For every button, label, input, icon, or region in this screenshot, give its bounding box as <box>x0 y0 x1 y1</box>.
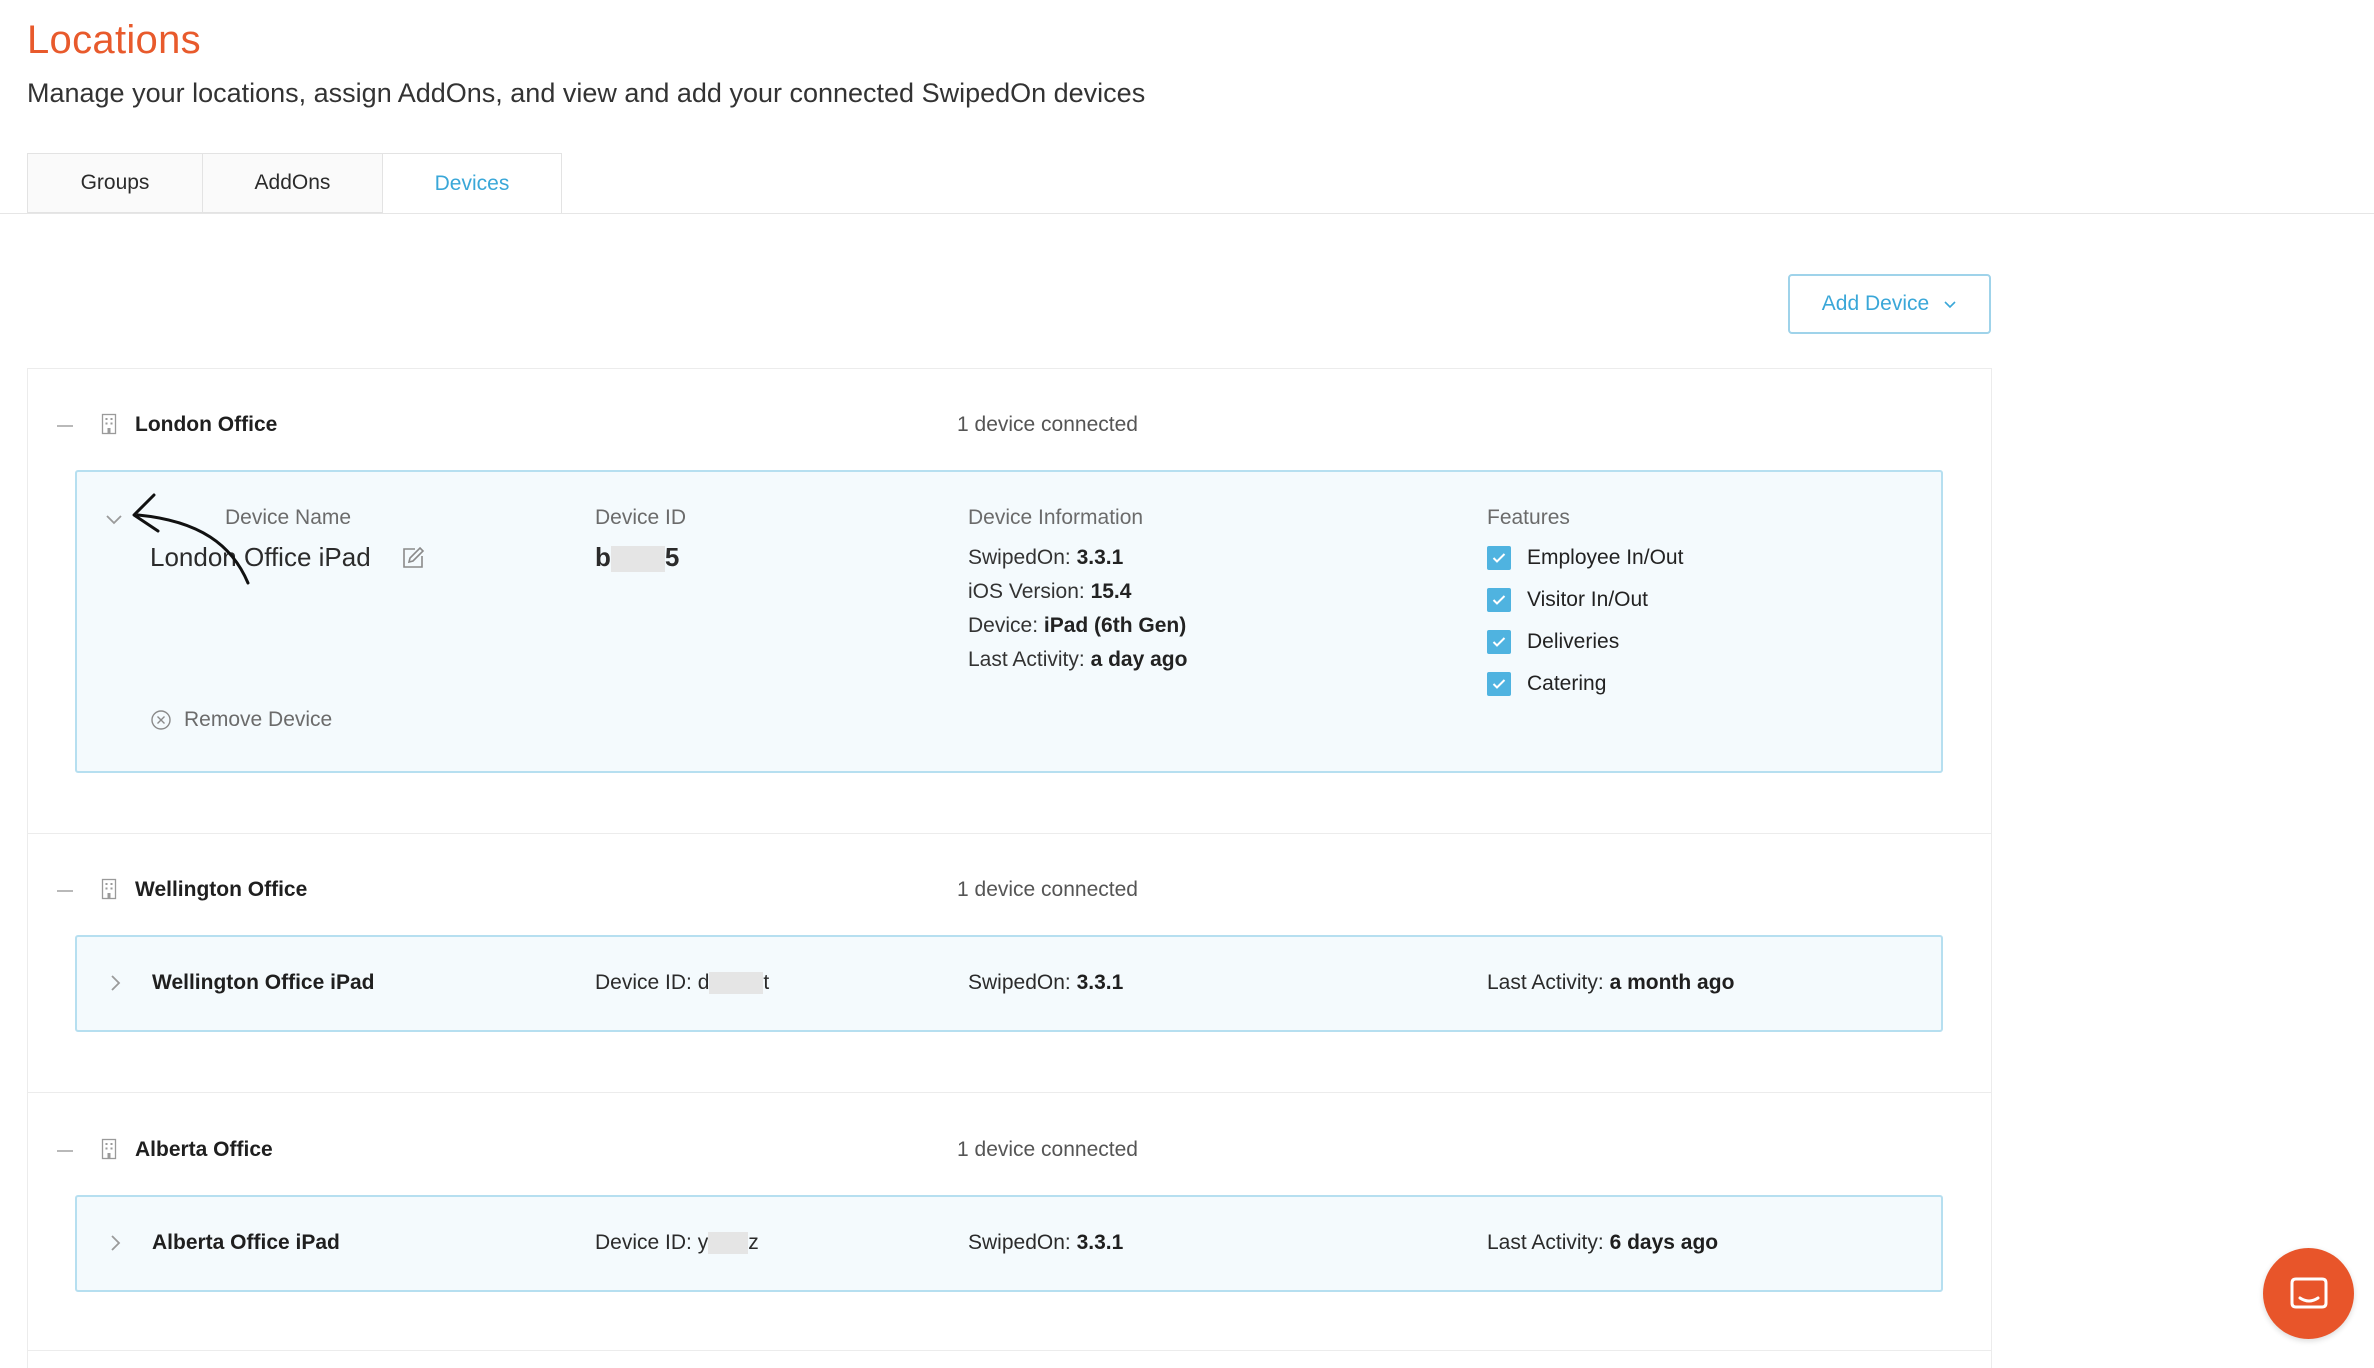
group-name: Wellington Office <box>135 878 308 901</box>
checkbox[interactable] <box>1487 546 1511 570</box>
collapse-group-icon[interactable] <box>57 1150 73 1152</box>
feature-label: Catering <box>1527 672 1607 695</box>
close-circle-icon <box>151 710 171 730</box>
device-name-label: Device Name <box>225 506 352 529</box>
remove-device-label: Remove Device <box>184 708 333 731</box>
device-id-start: b <box>595 542 611 572</box>
device-card-london-ipad: Device Name London Office iPad Device ID… <box>75 470 1943 773</box>
feature-label: Deliveries <box>1527 630 1620 653</box>
tab-addons[interactable]: AddOns <box>202 153 382 213</box>
device-id-value: b5 <box>595 542 679 573</box>
check-icon <box>1492 553 1506 563</box>
chat-icon <box>2290 1277 2327 1308</box>
last-activity: Last Activity: a month ago <box>1487 971 1735 994</box>
group-device-count: 1 device connected <box>957 413 1138 436</box>
feature-label: Employee In/Out <box>1527 546 1684 569</box>
group-device-count: 1 device connected <box>957 878 1138 901</box>
device-row-alberta-ipad[interactable]: Alberta Office iPad Device ID: yz Swiped… <box>75 1195 1943 1292</box>
group-header-wellington: Wellington Office 1 device connected <box>57 876 1957 906</box>
group-divider <box>27 833 1992 834</box>
checkbox[interactable] <box>1487 672 1511 696</box>
chevron-right-icon[interactable] <box>109 973 121 993</box>
group-device-count: 1 device connected <box>957 1138 1138 1161</box>
edit-icon[interactable] <box>401 546 425 570</box>
swipedon-version: SwipedOn: 3.3.1 <box>968 546 1124 569</box>
group-header-alberta: Alberta Office 1 device connected <box>57 1136 1957 1166</box>
check-icon <box>1492 637 1506 647</box>
add-device-label: Add Device <box>1821 292 1930 315</box>
checkbox[interactable] <box>1487 630 1511 654</box>
device-id: Device ID: dt <box>595 971 770 995</box>
ios-version: iOS Version: 15.4 <box>968 580 1132 603</box>
device-name: Alberta Office iPad <box>152 1231 340 1254</box>
redacted-id <box>708 1232 749 1255</box>
redacted-id <box>709 972 764 995</box>
chevron-down-icon <box>1944 301 1956 309</box>
redacted-id <box>610 546 665 573</box>
group-name: Alberta Office <box>135 1138 273 1161</box>
group-name: London Office <box>135 413 278 436</box>
collapse-group-icon[interactable] <box>57 890 73 892</box>
tab-devices[interactable]: Devices <box>382 153 562 214</box>
tab-bar: Groups AddOns Devices <box>27 153 562 214</box>
remove-device-button[interactable]: Remove Device <box>150 708 332 732</box>
device-name: London Office iPad <box>150 542 371 572</box>
last-activity: Last Activity: a day ago <box>968 648 1188 671</box>
device-info-label: Device Information <box>968 506 1144 529</box>
building-icon <box>101 878 117 900</box>
tabs-divider <box>0 213 2374 214</box>
add-device-button[interactable]: Add Device <box>1788 274 1991 334</box>
device-id-end: 5 <box>664 542 680 572</box>
swipedon-version: SwipedOn: 3.3.1 <box>968 971 1124 994</box>
collapse-group-icon[interactable] <box>57 425 73 427</box>
feature-catering: Catering <box>1487 671 1606 697</box>
device-row-wellington-ipad[interactable]: Wellington Office iPad Device ID: dt Swi… <box>75 935 1943 1032</box>
checkbox[interactable] <box>1487 588 1511 612</box>
device-id-label: Device ID <box>595 506 687 529</box>
feature-visitor-in-out: Visitor In/Out <box>1487 587 1648 613</box>
building-icon <box>101 1138 117 1160</box>
features-label: Features <box>1487 506 1570 529</box>
last-activity: Last Activity: 6 days ago <box>1487 1231 1719 1254</box>
group-header-london: London Office 1 device connected <box>57 411 1957 441</box>
device-name: Wellington Office iPad <box>152 971 375 994</box>
group-divider <box>27 1092 1992 1093</box>
swipedon-version: SwipedOn: 3.3.1 <box>968 1231 1124 1254</box>
chat-widget-button[interactable] <box>2263 1248 2354 1339</box>
device-id: Device ID: yz <box>595 1231 759 1255</box>
check-icon <box>1492 595 1506 605</box>
device-model: Device: iPad (6th Gen) <box>968 614 1187 637</box>
group-divider <box>27 1350 1992 1351</box>
feature-employee-in-out: Employee In/Out <box>1487 545 1683 571</box>
chevron-right-icon[interactable] <box>109 1233 121 1253</box>
chevron-down-icon[interactable] <box>105 512 123 526</box>
tab-groups[interactable]: Groups <box>27 153 202 213</box>
page-title: Locations <box>27 18 201 62</box>
feature-deliveries: Deliveries <box>1487 629 1619 655</box>
page-subtitle: Manage your locations, assign AddOns, an… <box>27 78 1146 108</box>
feature-label: Visitor In/Out <box>1527 588 1648 611</box>
building-icon <box>101 413 117 435</box>
check-icon <box>1492 679 1506 689</box>
